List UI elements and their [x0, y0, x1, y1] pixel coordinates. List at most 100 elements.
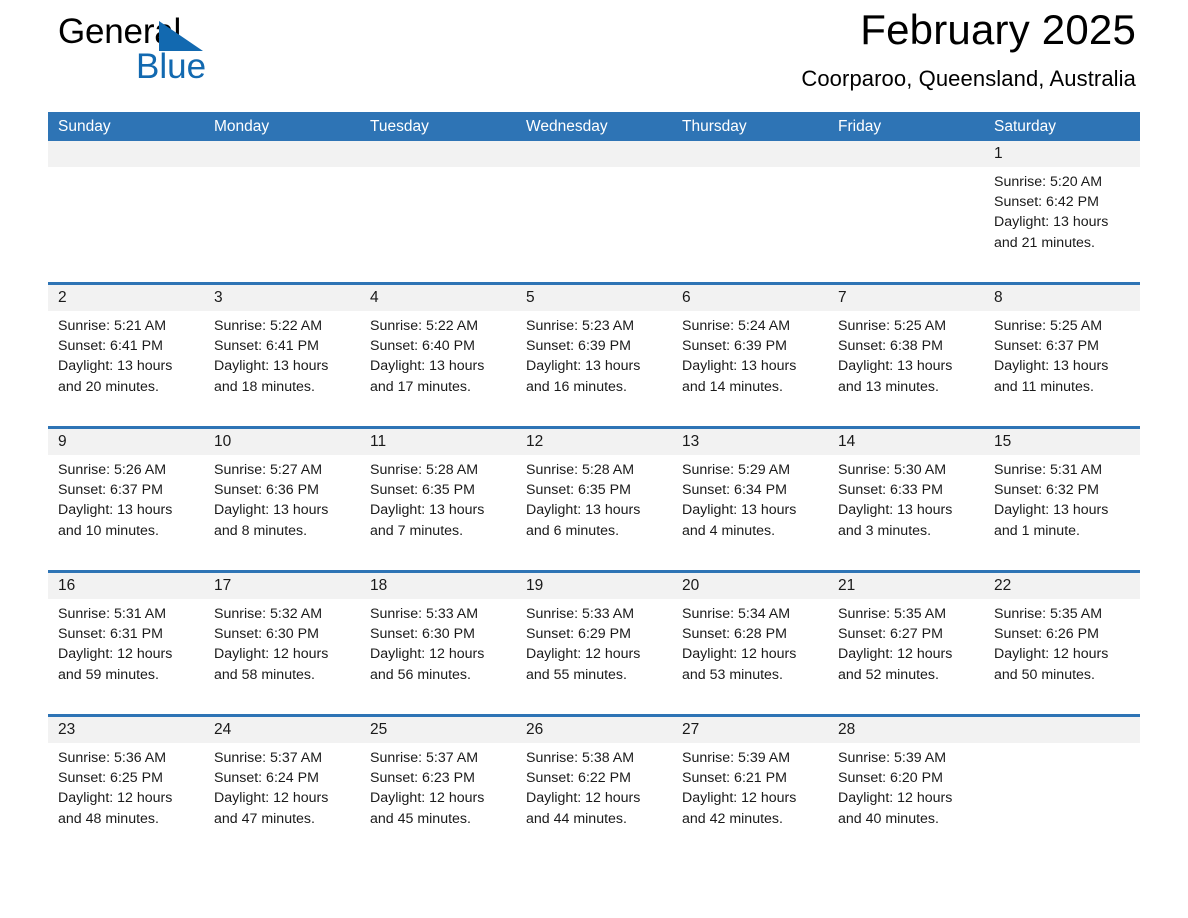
- daylight-text: Daylight: 12 hours: [838, 790, 953, 807]
- daylight-text-cont: and 47 minutes.: [214, 810, 315, 827]
- daylight-text-cont: and 11 minutes.: [994, 378, 1094, 395]
- sunrise-text: Sunrise: 5:30 AM: [838, 462, 947, 478]
- day-details: Sunrise: 5:27 AM Sunset: 6:36 PM Daylight:…: [204, 455, 360, 570]
- calendar-day-cell[interactable]: 16 Sunrise: 5:31 AM Sunset: 6:31 PM Dayligh…: [48, 573, 204, 714]
- calendar-day-cell[interactable]: 26 Sunrise: 5:38 AM Sunset: 6:22 PM Dayligh…: [516, 717, 672, 858]
- calendar-week-row: 16 Sunrise: 5:31 AM Sunset: 6:31 PM Dayligh…: [48, 570, 1140, 714]
- day-details: Sunrise: 5:28 AM Sunset: 6:35 PM Daylight:…: [516, 455, 672, 570]
- calendar-day-cell[interactable]: 12 Sunrise: 5:28 AM Sunset: 6:35 PM Dayligh…: [516, 429, 672, 570]
- daylight-text: Daylight: 13 hours: [994, 358, 1109, 375]
- calendar-day-cell[interactable]: 24 Sunrise: 5:37 AM Sunset: 6:24 PM Dayligh…: [204, 717, 360, 858]
- sunrise-text: Sunrise: 5:37 AM: [214, 750, 323, 766]
- daylight-text: Daylight: 13 hours: [58, 358, 173, 375]
- day-details: Sunrise: 5:31 AM Sunset: 6:31 PM Daylight:…: [48, 599, 204, 714]
- daylight-text-cont: and 3 minutes.: [838, 522, 932, 539]
- daylight-text: Daylight: 12 hours: [994, 646, 1109, 663]
- day-number: 26: [526, 721, 544, 738]
- day-number-band: [672, 141, 828, 167]
- day-number: 17: [214, 577, 232, 594]
- sunset-text: Sunset: 6:24 PM: [214, 770, 319, 787]
- daylight-text: Daylight: 13 hours: [838, 502, 953, 519]
- daylight-text: Daylight: 12 hours: [370, 646, 485, 663]
- day-number-band: 7: [828, 285, 984, 311]
- day-number-band: 19: [516, 573, 672, 599]
- sunrise-text: Sunrise: 5:24 AM: [682, 318, 791, 334]
- calendar-day-cell[interactable]: 15 Sunrise: 5:31 AM Sunset: 6:32 PM Dayligh…: [984, 429, 1140, 570]
- sunrise-text: Sunrise: 5:33 AM: [526, 606, 635, 622]
- calendar-day-cell[interactable]: 4 Sunrise: 5:22 AM Sunset: 6:40 PM Daylight…: [360, 285, 516, 426]
- daylight-text-cont: and 42 minutes.: [682, 810, 783, 827]
- day-details: [360, 167, 516, 282]
- calendar-day-cell[interactable]: 8 Sunrise: 5:25 AM Sunset: 6:37 PM Daylight…: [984, 285, 1140, 426]
- day-number: 21: [838, 577, 856, 594]
- weekday-header-thursday: Thursday: [682, 118, 747, 135]
- day-number: 4: [370, 289, 379, 306]
- day-number: [672, 145, 682, 162]
- day-number-band: 23: [48, 717, 204, 743]
- day-details: [672, 167, 828, 282]
- sunrise-text: Sunrise: 5:23 AM: [526, 318, 635, 334]
- calendar-day-cell[interactable]: 25 Sunrise: 5:37 AM Sunset: 6:23 PM Dayligh…: [360, 717, 516, 858]
- day-number-band: 16: [48, 573, 204, 599]
- calendar-day-cell[interactable]: 11 Sunrise: 5:28 AM Sunset: 6:35 PM Dayligh…: [360, 429, 516, 570]
- calendar-day-cell[interactable]: 21 Sunrise: 5:35 AM Sunset: 6:27 PM Dayligh…: [828, 573, 984, 714]
- sunset-text: Sunset: 6:31 PM: [58, 626, 163, 643]
- day-number-band: 1: [984, 141, 1140, 167]
- calendar-day-cell[interactable]: 22 Sunrise: 5:35 AM Sunset: 6:26 PM Dayligh…: [984, 573, 1140, 714]
- calendar-day-cell-empty: [48, 141, 204, 282]
- daylight-text-cont: and 45 minutes.: [370, 810, 471, 827]
- page-header: General Blue February 2025 Coorparoo, Qu…: [48, 0, 1140, 112]
- calendar-day-cell-empty: [516, 141, 672, 282]
- calendar-day-cell[interactable]: 13 Sunrise: 5:29 AM Sunset: 6:34 PM Dayligh…: [672, 429, 828, 570]
- day-number-band: 14: [828, 429, 984, 455]
- sunset-text: Sunset: 6:30 PM: [370, 626, 475, 643]
- daylight-text-cont: and 1 minute.: [994, 522, 1080, 539]
- sunset-text: Sunset: 6:34 PM: [682, 482, 787, 499]
- calendar-day-cell[interactable]: 3 Sunrise: 5:22 AM Sunset: 6:41 PM Daylight…: [204, 285, 360, 426]
- calendar-day-cell[interactable]: 9 Sunrise: 5:26 AM Sunset: 6:37 PM Daylight…: [48, 429, 204, 570]
- day-number: 27: [682, 721, 700, 738]
- calendar-day-cell[interactable]: 2 Sunrise: 5:21 AM Sunset: 6:41 PM Daylight…: [48, 285, 204, 426]
- daylight-text: Daylight: 13 hours: [994, 214, 1109, 231]
- day-details: Sunrise: 5:36 AM Sunset: 6:25 PM Daylight:…: [48, 743, 204, 858]
- sunset-text: Sunset: 6:39 PM: [526, 338, 631, 355]
- sunset-text: Sunset: 6:27 PM: [838, 626, 943, 643]
- calendar-day-cell[interactable]: 1 Sunrise: 5:20 AM Sunset: 6:42 PM Daylight…: [984, 141, 1140, 282]
- calendar-day-cell[interactable]: 7 Sunrise: 5:25 AM Sunset: 6:38 PM Daylight…: [828, 285, 984, 426]
- page-title: February 2025: [860, 6, 1136, 53]
- day-number: 10: [214, 433, 232, 450]
- calendar-day-cell[interactable]: 28 Sunrise: 5:39 AM Sunset: 6:20 PM Dayligh…: [828, 717, 984, 858]
- sunset-text: Sunset: 6:30 PM: [214, 626, 319, 643]
- daylight-text-cont: and 56 minutes.: [370, 666, 471, 683]
- day-details: Sunrise: 5:32 AM Sunset: 6:30 PM Daylight:…: [204, 599, 360, 714]
- sunrise-text: Sunrise: 5:25 AM: [994, 318, 1103, 334]
- sunrise-text: Sunrise: 5:28 AM: [526, 462, 635, 478]
- calendar-day-cell[interactable]: 20 Sunrise: 5:34 AM Sunset: 6:28 PM Dayligh…: [672, 573, 828, 714]
- calendar-day-cell[interactable]: 10 Sunrise: 5:27 AM Sunset: 6:36 PM Dayligh…: [204, 429, 360, 570]
- day-number: 13: [682, 433, 700, 450]
- daylight-text-cont: and 53 minutes.: [682, 666, 783, 683]
- calendar-week-row: 2 Sunrise: 5:21 AM Sunset: 6:41 PM Daylight…: [48, 282, 1140, 426]
- sunset-text: Sunset: 6:32 PM: [994, 482, 1099, 499]
- weekday-header-tuesday: Tuesday: [370, 118, 429, 135]
- daylight-text: Daylight: 12 hours: [214, 790, 329, 807]
- calendar-day-cell[interactable]: 6 Sunrise: 5:24 AM Sunset: 6:39 PM Daylight…: [672, 285, 828, 426]
- calendar-day-cell[interactable]: 27 Sunrise: 5:39 AM Sunset: 6:21 PM Dayligh…: [672, 717, 828, 858]
- day-number: 12: [526, 433, 544, 450]
- calendar-day-cell[interactable]: 17 Sunrise: 5:32 AM Sunset: 6:30 PM Dayligh…: [204, 573, 360, 714]
- day-number-band: 5: [516, 285, 672, 311]
- calendar-day-cell[interactable]: 14 Sunrise: 5:30 AM Sunset: 6:33 PM Dayligh…: [828, 429, 984, 570]
- day-number-band: 11: [360, 429, 516, 455]
- sunrise-text: Sunrise: 5:39 AM: [682, 750, 791, 766]
- sunset-text: Sunset: 6:36 PM: [214, 482, 319, 499]
- calendar-day-cell[interactable]: 23 Sunrise: 5:36 AM Sunset: 6:25 PM Dayligh…: [48, 717, 204, 858]
- daylight-text: Daylight: 13 hours: [526, 502, 641, 519]
- day-number-band: 21: [828, 573, 984, 599]
- generalblue-logo[interactable]: General Blue: [58, 12, 358, 98]
- calendar-week-row: 23 Sunrise: 5:36 AM Sunset: 6:25 PM Dayligh…: [48, 714, 1140, 858]
- daylight-text: Daylight: 13 hours: [214, 358, 329, 375]
- calendar-day-cell[interactable]: 18 Sunrise: 5:33 AM Sunset: 6:30 PM Dayligh…: [360, 573, 516, 714]
- calendar-day-cell[interactable]: 19 Sunrise: 5:33 AM Sunset: 6:29 PM Dayligh…: [516, 573, 672, 714]
- calendar-day-cell[interactable]: 5 Sunrise: 5:23 AM Sunset: 6:39 PM Daylight…: [516, 285, 672, 426]
- daylight-text: Daylight: 13 hours: [370, 358, 485, 375]
